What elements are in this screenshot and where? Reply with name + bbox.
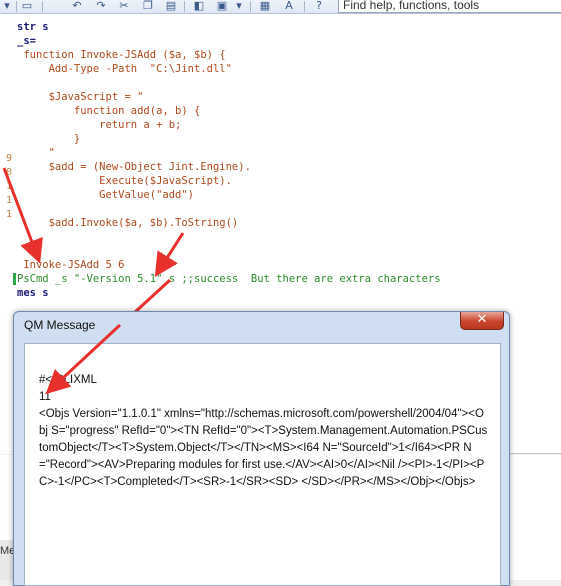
code-line: return a + b; [17, 119, 182, 131]
redo-icon[interactable]: ↷ [94, 0, 108, 12]
window-icon[interactable]: ▣ [215, 0, 229, 12]
grid-icon[interactable]: ▦ [258, 0, 272, 12]
code-line: Invoke-JSAdd 5 6 [17, 259, 125, 271]
code-line: function Invoke-JSAdd ($a, $b) { [17, 49, 226, 61]
message-body[interactable]: #< CLIXML 11 <Objs Version="1.1.0.1" xml… [24, 343, 501, 586]
qm-message-dialog: QM Message ✕ #< CLIXML 11 <Objs Version=… [13, 311, 510, 586]
code-line: GetValue("add") [17, 189, 195, 201]
line-number: 0 [5, 167, 12, 178]
code-line: Execute($JavaScript). [17, 175, 232, 187]
code-line: _s= [17, 35, 36, 47]
current-line-marker [13, 273, 16, 285]
paste-icon[interactable]: ▤ [164, 0, 178, 12]
code-line: str s [17, 21, 49, 33]
line-number: 1 [5, 209, 12, 220]
back-icon[interactable]: ◧ [192, 0, 206, 12]
line-number: 9 [5, 153, 12, 164]
line-number: 1 [5, 181, 12, 192]
code-line: } [17, 133, 81, 145]
code-line: mes s [17, 287, 49, 299]
toolbar: ▾ ▭ ↶ ↷ ✂ ❐ ▤ ◧ ▣ ▾ ▦ A ? Find help, fun… [0, 0, 561, 14]
font-icon[interactable]: A [282, 0, 296, 12]
code-line: " [17, 147, 55, 159]
cut-icon[interactable]: ✂ [117, 0, 131, 12]
code-line: Add-Type -Path "C:\Jint.dll" [17, 63, 232, 75]
code-line: $add.Invoke($a, $b).ToString() [17, 217, 239, 229]
toolbar-separator [250, 1, 251, 12]
toolbar-separator [42, 1, 43, 12]
help-icon[interactable]: ? [312, 0, 326, 12]
code-line: $JavaScript = " [17, 91, 144, 103]
copy-icon[interactable]: ❐ [141, 0, 155, 12]
dropdown-arrow-icon[interactable]: ▾ [0, 0, 14, 12]
dialog-title: QM Message [24, 318, 96, 332]
close-button[interactable]: ✕ [460, 312, 504, 330]
code-line: PsCmd _s "-Version 5.1" s ;;success But … [17, 273, 441, 285]
undo-icon[interactable]: ↶ [70, 0, 84, 12]
toolbar-separator [16, 1, 17, 12]
code-line: $add = (New-Object Jint.Engine). [17, 161, 251, 173]
help-search-input[interactable]: Find help, functions, tools [338, 0, 561, 13]
message-text: #< CLIXML 11 <Objs Version="1.1.0.1" xml… [39, 374, 488, 488]
toolbar-separator [304, 1, 305, 12]
dropdown-arrow-icon[interactable]: ▾ [232, 0, 246, 12]
toolbar-separator [184, 1, 185, 12]
code-line: function add(a, b) { [17, 105, 201, 117]
step-icon[interactable]: ▭ [20, 0, 34, 12]
line-number: 1 [5, 195, 12, 206]
editor-gutter [0, 14, 14, 454]
